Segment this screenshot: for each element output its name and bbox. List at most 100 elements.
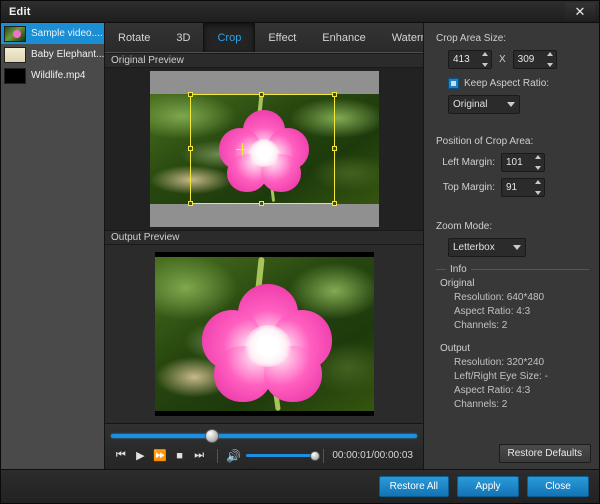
top-margin-stepper[interactable] [501,178,545,197]
tab-effect[interactable]: Effect [255,23,309,52]
info-output-channels: Channels: 2 [454,399,508,410]
stepper-arrows[interactable] [535,155,541,170]
center-column: Rotate 3D Crop Effect Enhance Watermark … [105,23,445,469]
sidebar-item-wildlife[interactable]: Wildlife.mp4 [1,65,104,86]
edit-window: Edit ✕ Sample video.... Baby Elephant...… [0,0,600,504]
thumbnail-icon [4,25,26,42]
output-preview-stage [105,245,423,423]
window-title: Edit [9,5,31,18]
thumbnail-icon [4,46,26,63]
sidebar-item-baby-elephant[interactable]: Baby Elephant... [1,44,104,65]
divider [217,448,218,463]
left-margin-row: Left Margin: [436,153,589,172]
left-margin-input[interactable] [502,157,532,168]
zoom-mode-label: Zoom Mode: [436,221,493,232]
volume-icon[interactable]: 🔊 [226,449,241,463]
info-section: Info Original Resolution: 640*480 Aspect… [436,264,589,413]
restore-defaults-button[interactable]: Restore Defaults [498,444,591,463]
keep-aspect-ratio-label: Keep Aspect Ratio: [464,78,550,89]
chevron-down-icon [507,102,515,107]
close-icon[interactable]: ✕ [565,3,595,20]
info-original-aspect: Aspect Ratio: 4:3 [454,306,531,317]
close-button[interactable]: Close [527,476,589,497]
crop-handle-w[interactable] [187,146,193,151]
window-body: Sample video.... Baby Elephant... Wildli… [1,23,599,469]
info-output-aspect: Aspect Ratio: 4:3 [454,385,531,396]
output-canvas [154,252,374,416]
crop-settings-panel: Crop Area Size: X Keep Aspect Ratio: Ori… [423,23,599,469]
crop-width-input[interactable] [449,54,479,65]
info-title: Info [446,264,471,275]
title-bar: Edit ✕ [1,1,599,23]
zoom-mode-value: Letterbox [453,242,495,253]
preview-area: Original Preview Output Preview [105,53,423,423]
aspect-ratio-select[interactable]: Original [448,95,520,114]
divider [323,448,325,463]
original-preview-label: Original Preview [105,53,423,68]
seek-slider[interactable] [111,428,417,443]
top-margin-row: Top Margin: [436,178,589,197]
scrubber-row [111,427,417,445]
thumbnail-icon [4,67,26,84]
top-margin-label: Top Margin: [442,182,495,193]
crop-handle-e[interactable] [331,146,337,151]
original-canvas [149,71,379,227]
file-list-sidebar: Sample video.... Baby Elephant... Wildli… [1,23,105,469]
left-margin-stepper[interactable] [501,153,545,172]
sidebar-item-label: Wildlife.mp4 [31,70,86,81]
restore-all-button[interactable]: Restore All [378,476,449,497]
chevron-down-icon [513,245,521,250]
tab-bar: Rotate 3D Crop Effect Enhance Watermark [105,23,445,53]
stepper-arrows[interactable] [546,52,553,67]
info-output-heading: Output [440,343,471,354]
crop-area-size-label: Crop Area Size: [436,33,507,44]
fast-forward-icon[interactable]: ⏩ [150,446,170,466]
timecode-display: 00:00:01/00:00:03 [332,450,413,461]
info-original-channels: Channels: 2 [454,320,508,331]
crop-handle-n[interactable] [259,92,264,97]
output-preview-label: Output Preview [105,230,423,245]
volume-slider[interactable] [245,450,321,461]
play-icon[interactable]: ▶ [131,446,151,466]
keep-aspect-ratio-checkbox[interactable] [448,78,459,89]
crop-handle-sw[interactable] [187,201,193,206]
sidebar-item-label: Baby Elephant... [31,49,104,60]
tab-rotate[interactable]: Rotate [105,23,163,52]
stop-icon[interactable]: ■ [170,446,190,466]
tab-enhance[interactable]: Enhance [309,23,378,52]
stepper-arrows[interactable] [535,180,541,195]
skip-previous-icon[interactable]: ⏮ [111,446,131,466]
info-output-eye-size: Left/Right Eye Size: - [454,371,548,382]
zoom-mode-select[interactable]: Letterbox [448,238,526,257]
info-output-resolution: Resolution: 320*240 [454,357,545,368]
crop-selection-rectangle[interactable] [187,92,337,206]
apply-button[interactable]: Apply [457,476,519,497]
transport-buttons-row: ⏮ ▶ ⏩ ■ ⏭ 🔊 00:00:01/00:00:03 [111,445,417,467]
crop-handle-ne[interactable] [331,92,337,97]
crop-width-stepper[interactable] [448,50,492,69]
size-separator: X [499,54,506,65]
crop-handle-nw[interactable] [187,92,193,97]
top-margin-input[interactable] [502,182,532,193]
crop-size-row: X [436,50,589,69]
footer-bar: Restore All Apply Close [1,469,599,503]
sidebar-item-sample-video[interactable]: Sample video.... [1,23,104,44]
position-of-crop-area-label: Position of Crop Area: [436,136,534,147]
seek-slider-handle[interactable] [204,428,219,443]
crop-center-crosshair-icon [236,142,250,156]
info-original-heading: Original [440,278,475,289]
skip-next-icon[interactable]: ⏭ [189,446,209,466]
volume-slider-handle[interactable] [310,450,321,461]
playback-controls: ⏮ ▶ ⏩ ■ ⏭ 🔊 00:00:01/00:00:03 [105,423,423,469]
crop-handle-se[interactable] [331,201,337,206]
crop-handle-s[interactable] [259,201,264,206]
stepper-arrows[interactable] [482,52,488,67]
crop-height-stepper[interactable] [512,50,557,69]
keep-aspect-ratio-row[interactable]: Keep Aspect Ratio: [448,78,589,89]
left-margin-label: Left Margin: [442,157,495,168]
crop-height-input[interactable] [513,54,544,65]
tab-crop[interactable]: Crop [203,23,256,52]
tab-3d[interactable]: 3D [163,23,203,52]
sidebar-item-label: Sample video.... [31,28,103,39]
original-preview-stage [105,68,423,230]
